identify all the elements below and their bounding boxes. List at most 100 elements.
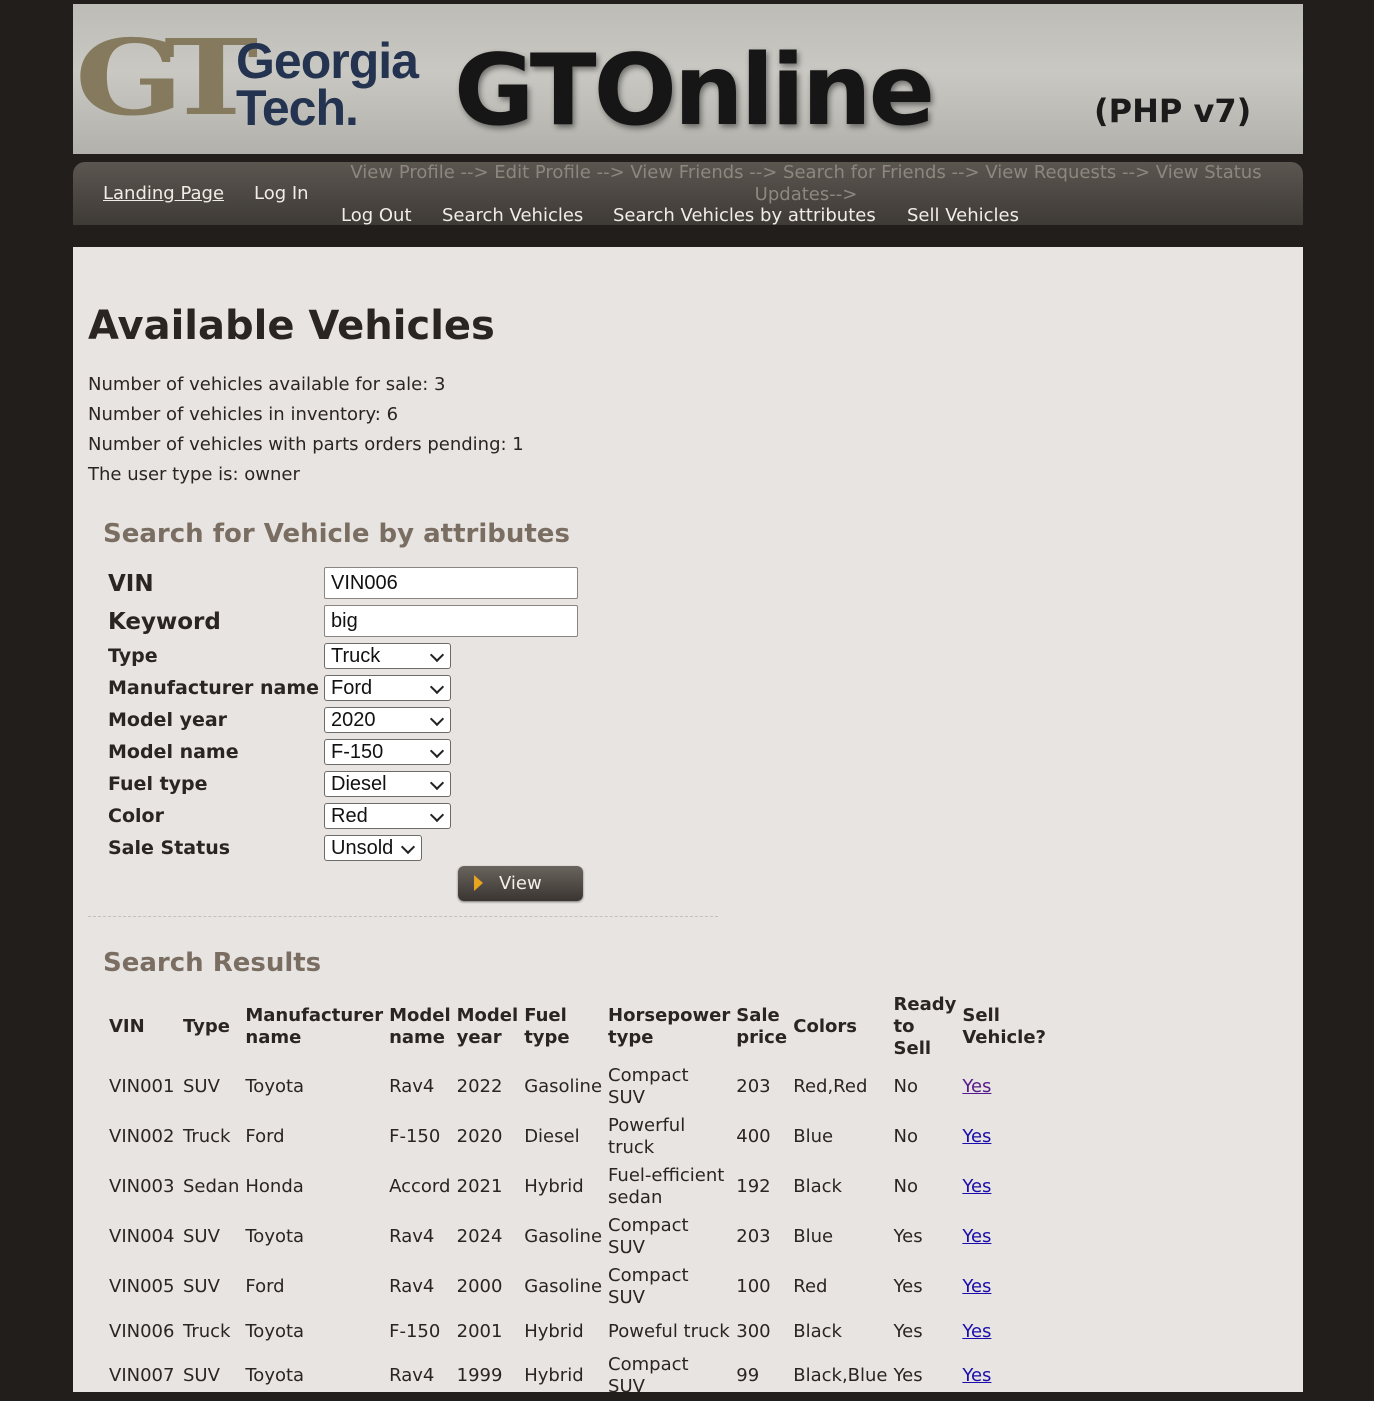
cell-fuel-type: Hybrid xyxy=(524,1176,584,1197)
view-button[interactable]: View xyxy=(458,866,583,901)
nav-logout-link[interactable]: Log Out xyxy=(341,205,412,226)
cell-type: SUV xyxy=(183,1076,220,1097)
chevron-down-icon xyxy=(429,679,445,695)
cell-type: SUV xyxy=(183,1226,220,1247)
sale-status-label: Sale Status xyxy=(108,837,231,859)
cell-vin: VIN001 xyxy=(109,1076,175,1097)
cell-colors: Black xyxy=(793,1320,842,1342)
cell-sale-price: 100 xyxy=(736,1276,771,1297)
model-name-label: Model name xyxy=(108,741,239,763)
cell-fuel-type: Hybrid xyxy=(524,1365,584,1386)
cell-model-year: 2020 xyxy=(456,1126,503,1147)
cell-model-year: 2021 xyxy=(456,1176,503,1197)
cell-vin: VIN002 xyxy=(109,1126,175,1147)
vin-label: VIN xyxy=(108,571,154,597)
cell-vin: VIN007 xyxy=(109,1365,175,1386)
table-row: VIN005 SUV Ford Rav4 2000 Gasoline Compa… xyxy=(106,1262,1051,1312)
color-select[interactable]: Red xyxy=(324,803,451,829)
sell-vehicle-link[interactable]: Yes xyxy=(962,1176,991,1197)
cell-model-name: Accord xyxy=(389,1176,451,1197)
vin-input[interactable] xyxy=(324,567,578,599)
cell-colors: Red,Red xyxy=(793,1076,868,1097)
type-select[interactable]: Truck xyxy=(324,643,451,669)
model-year-select-value: 2020 xyxy=(331,709,376,731)
cell-type: Truck xyxy=(183,1320,231,1342)
search-section-title: Search for Vehicle by attributes xyxy=(103,519,570,549)
cell-model-year: 2001 xyxy=(456,1320,503,1342)
sell-vehicle-link[interactable]: Yes xyxy=(962,1076,991,1097)
type-label: Type xyxy=(108,645,158,667)
cell-vin: VIN006 xyxy=(109,1320,175,1342)
cell-ready-to-sell: No xyxy=(893,1176,918,1197)
model-name-select-value: F-150 xyxy=(331,741,384,763)
cell-horsepower: Powerful truck xyxy=(608,1115,686,1158)
cell-horsepower: Compact SUV xyxy=(608,1215,689,1258)
cell-type: SUV xyxy=(183,1276,220,1297)
cell-ready-to-sell: No xyxy=(893,1126,918,1147)
cell-sale-price: 300 xyxy=(736,1320,771,1342)
page-title: Available Vehicles xyxy=(88,303,495,349)
cell-vin: VIN004 xyxy=(109,1226,175,1247)
cell-manufacturer: Toyota xyxy=(245,1320,305,1342)
cell-colors: Blue xyxy=(793,1226,834,1247)
cell-model-year: 2024 xyxy=(456,1226,503,1247)
results-table: VIN Type Manufacturer name Model name Mo… xyxy=(106,992,1051,1401)
cell-type: SUV xyxy=(183,1365,220,1386)
cell-type: Truck xyxy=(183,1126,231,1147)
table-row: VIN006 Truck Toyota F-150 2001 Hybrid Po… xyxy=(106,1312,1051,1351)
cell-fuel-type: Hybrid xyxy=(524,1320,584,1342)
fuel-type-select[interactable]: Diesel xyxy=(324,771,451,797)
cell-sell-vehicle: Yes xyxy=(959,1162,1051,1212)
fuel-type-select-value: Diesel xyxy=(331,773,387,795)
cell-colors: Red xyxy=(793,1276,828,1297)
georgia-tech-logo: GT xyxy=(75,16,258,139)
sell-vehicle-link[interactable]: Yes xyxy=(962,1126,991,1147)
nav-landing-page-link[interactable]: Landing Page xyxy=(103,183,224,204)
chevron-down-icon xyxy=(429,711,445,727)
version-label: (PHP v7) xyxy=(1094,92,1252,130)
sale-status-select[interactable]: Unsold xyxy=(324,835,422,861)
cell-fuel-type: Diesel xyxy=(524,1126,580,1147)
col-header-ready-to-sell: Ready to Sell xyxy=(893,994,957,1059)
table-row: VIN007 SUV Toyota Rav4 1999 Hybrid Compa… xyxy=(106,1351,1051,1401)
cell-model-name: F-150 xyxy=(389,1320,441,1342)
cell-manufacturer: Toyota xyxy=(245,1365,305,1386)
nav-search-by-attributes-link[interactable]: Search Vehicles by attributes xyxy=(613,205,876,226)
sell-vehicle-link[interactable]: Yes xyxy=(962,1321,991,1342)
cell-colors: Black,Blue xyxy=(793,1365,888,1386)
results-section-title: Search Results xyxy=(103,948,322,978)
cell-model-name: Rav4 xyxy=(389,1276,435,1297)
nav-sell-vehicles-link[interactable]: Sell Vehicles xyxy=(907,205,1019,226)
manufacturer-label: Manufacturer name xyxy=(108,677,320,699)
page-wrapper: GT Georgia Tech. GTOnline (PHP v7) Landi… xyxy=(73,0,1303,1397)
sell-vehicle-link[interactable]: Yes xyxy=(962,1276,991,1297)
section-divider xyxy=(88,916,718,917)
cell-model-name: Rav4 xyxy=(389,1365,435,1386)
manufacturer-select[interactable]: Ford xyxy=(324,675,451,701)
col-header-fuel-type: Fuel type xyxy=(524,1005,570,1048)
col-header-type: Type xyxy=(183,1016,230,1037)
col-header-model-year: Model year xyxy=(456,1005,519,1048)
cell-fuel-type: Gasoline xyxy=(524,1076,603,1097)
model-year-select[interactable]: 2020 xyxy=(324,707,451,733)
cell-sell-vehicle: Yes xyxy=(959,1262,1051,1312)
cell-sell-vehicle: Yes xyxy=(959,1312,1051,1351)
table-row: VIN004 SUV Toyota Rav4 2024 Gasoline Com… xyxy=(106,1212,1051,1262)
cell-sell-vehicle: Yes xyxy=(959,1062,1051,1112)
cell-sale-price: 203 xyxy=(736,1076,771,1097)
col-header-colors: Colors xyxy=(793,1016,857,1037)
sell-vehicle-link[interactable]: Yes xyxy=(962,1365,991,1386)
manufacturer-select-value: Ford xyxy=(331,677,373,699)
model-name-select[interactable]: F-150 xyxy=(324,739,451,765)
chevron-down-icon xyxy=(429,743,445,759)
sell-vehicle-link[interactable]: Yes xyxy=(962,1226,991,1247)
cell-sell-vehicle: Yes xyxy=(959,1351,1051,1401)
nav-login-link[interactable]: Log In xyxy=(254,183,309,204)
col-header-manufacturer: Manufacturer name xyxy=(245,1005,384,1048)
color-label: Color xyxy=(108,805,164,827)
model-year-label: Model year xyxy=(108,709,228,731)
keyword-input[interactable] xyxy=(324,605,578,637)
nav-search-vehicles-link[interactable]: Search Vehicles xyxy=(442,205,583,226)
cell-horsepower: Fuel-efficient sedan xyxy=(608,1165,725,1208)
col-header-model-name: Model name xyxy=(389,1005,451,1048)
